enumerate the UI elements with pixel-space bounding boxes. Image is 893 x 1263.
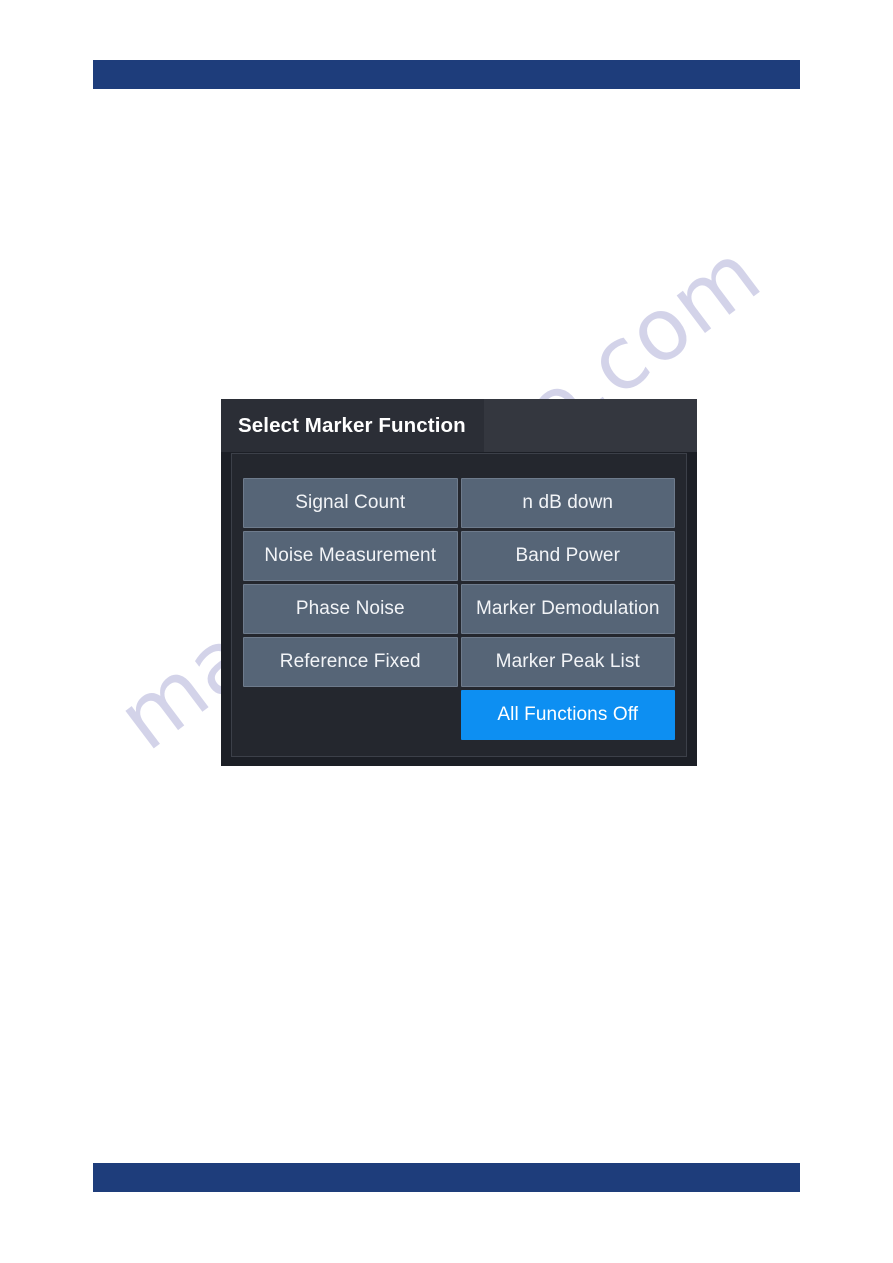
empty-cell xyxy=(243,690,458,740)
reference-fixed-button-label: Reference Fixed xyxy=(279,651,421,672)
signal-count-button[interactable]: Signal Count xyxy=(243,478,458,528)
n-db-down-button[interactable]: n dB down xyxy=(460,478,675,528)
dialog-title: Select Marker Function xyxy=(238,413,466,437)
marker-peak-list-button[interactable]: Marker Peak List xyxy=(460,637,675,687)
titlebar-filler xyxy=(484,399,697,452)
reference-fixed-button[interactable]: Reference Fixed xyxy=(243,637,458,687)
phase-noise-button-label: Phase Noise xyxy=(295,598,405,619)
marker-function-button-grid: Signal Count n dB down Noise Measurement Ba… xyxy=(243,478,675,740)
page-header-bar xyxy=(93,60,800,89)
marker-demodulation-button-label: Marker Demodulation xyxy=(475,598,660,619)
marker-demodulation-button[interactable]: Marker Demodulation xyxy=(460,584,675,634)
band-power-button-label: Band Power xyxy=(515,545,620,566)
signal-count-button-label: Signal Count xyxy=(295,492,406,513)
phase-noise-button[interactable]: Phase Noise xyxy=(243,584,458,634)
noise-measurement-button-label: Noise Measurement xyxy=(264,545,437,566)
select-marker-function-dialog: Select Marker Function Signal Count n dB … xyxy=(221,399,697,766)
all-functions-off-button[interactable]: All Functions Off xyxy=(460,690,675,740)
band-power-button[interactable]: Band Power xyxy=(460,531,675,581)
noise-measurement-button[interactable]: Noise Measurement xyxy=(243,531,458,581)
dialog-title-tab[interactable]: Select Marker Function xyxy=(221,399,484,452)
dialog-titlebar: Select Marker Function xyxy=(221,399,697,452)
marker-peak-list-button-label: Marker Peak List xyxy=(495,651,640,672)
all-functions-off-button-label: All Functions Off xyxy=(497,704,639,725)
dialog-body-panel: Signal Count n dB down Noise Measurement Ba… xyxy=(231,453,687,757)
page-footer-bar xyxy=(93,1163,800,1192)
n-db-down-button-label: n dB down xyxy=(522,492,614,513)
